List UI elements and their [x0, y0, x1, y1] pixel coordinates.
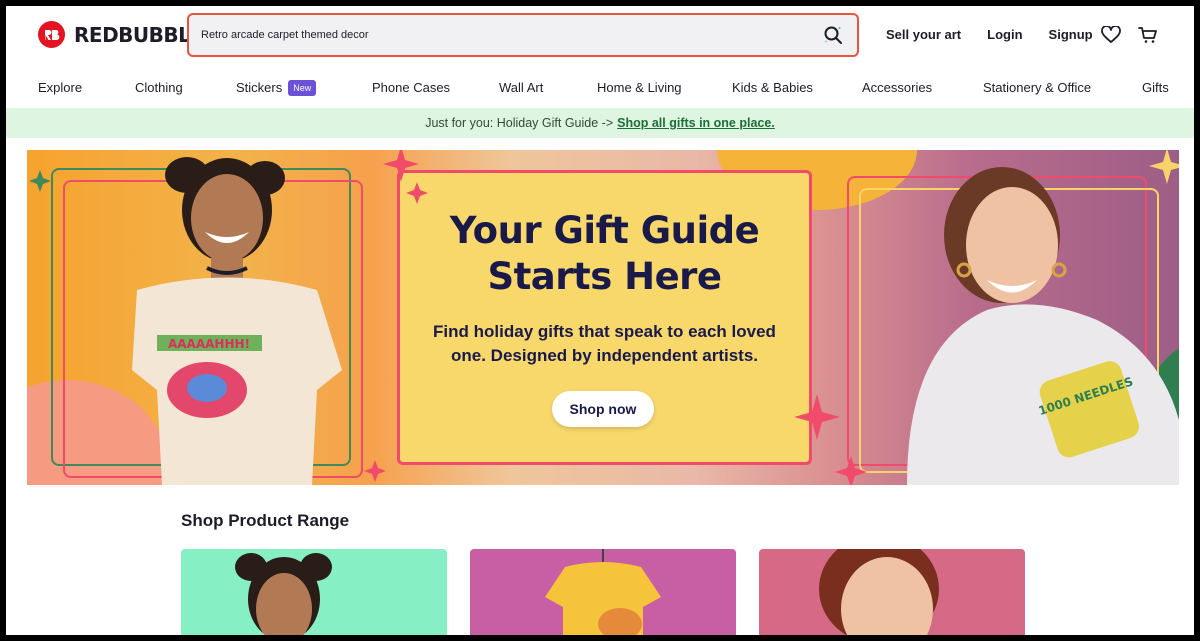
page: REDBUBBLE Sell your art Login Signup — [6, 6, 1194, 635]
header: REDBUBBLE Sell your art Login Signup — [6, 6, 1194, 64]
heart-icon[interactable] — [1100, 24, 1122, 46]
product-card-image — [819, 549, 939, 635]
logo[interactable]: REDBUBBLE — [38, 21, 204, 48]
nav-wall-art[interactable]: Wall Art — [499, 80, 543, 95]
product-card-clothing[interactable] — [181, 549, 447, 635]
nav-kids-babies[interactable]: Kids & Babies — [732, 80, 813, 95]
hero-banner[interactable]: AAAAAHHH! Your Gift Guide Starts Here Fi… — [27, 150, 1179, 485]
product-card-accessories[interactable] — [759, 549, 1025, 635]
promo-text: Just for you: Holiday Gift Guide -> — [425, 116, 614, 130]
nav-clothing[interactable]: Clothing — [135, 80, 183, 95]
promo-banner: Just for you: Holiday Gift Guide -> Shop… — [6, 108, 1194, 138]
hero-model-right-image: 1000 NEEDLES — [907, 167, 1179, 485]
search-input[interactable] — [201, 29, 821, 41]
nav-accessories[interactable]: Accessories — [862, 80, 932, 95]
product-card-image — [545, 549, 661, 635]
brand-name: REDBUBBLE — [74, 22, 204, 47]
sell-your-art-link[interactable]: Sell your art — [886, 27, 961, 42]
category-nav: Explore Clothing Stickers New Phone Cases… — [6, 76, 1194, 100]
nav-stickers[interactable]: Stickers New — [236, 80, 317, 96]
new-badge: New — [288, 80, 317, 96]
redbubble-logo-icon — [38, 21, 65, 48]
product-card-shirt[interactable] — [470, 549, 736, 635]
signup-link[interactable]: Signup — [1049, 27, 1093, 42]
nav-phone-cases[interactable]: Phone Cases — [372, 80, 450, 95]
section-title: Shop Product Range — [181, 511, 350, 530]
login-link[interactable]: Login — [987, 27, 1022, 42]
nav-explore[interactable]: Explore — [38, 80, 82, 95]
search-icon[interactable] — [821, 23, 845, 47]
nav-home-living[interactable]: Home & Living — [597, 80, 682, 95]
product-card-image — [235, 553, 332, 635]
nav-stationery-office[interactable]: Stationery & Office — [983, 80, 1091, 95]
promo-link[interactable]: Shop all gifts in one place. — [617, 116, 775, 130]
nav-stickers-label: Stickers — [236, 80, 283, 95]
nav-gifts[interactable]: Gifts — [1142, 80, 1169, 95]
search-bar[interactable] — [187, 13, 859, 57]
cart-icon[interactable] — [1137, 24, 1159, 46]
header-links: Sell your art Login Signup — [886, 27, 1119, 42]
